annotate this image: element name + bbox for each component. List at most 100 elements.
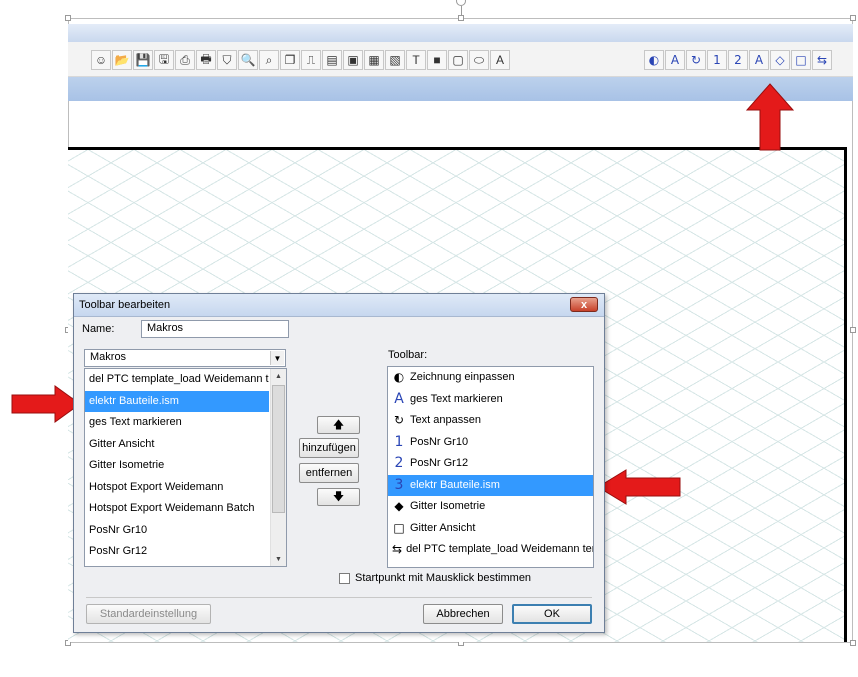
arrow-down-icon: 🡇 — [332, 490, 345, 503]
save-icon[interactable]: 💾 — [133, 50, 153, 70]
number-three-icon: 3 — [394, 476, 404, 493]
list-item[interactable]: 3 elektr Bauteile.ism — [388, 474, 593, 496]
resize-handle[interactable] — [850, 640, 856, 646]
list-item-label: Zeichnung einpassen — [410, 371, 515, 383]
ribbon-header — [68, 24, 853, 42]
smiley-icon[interactable]: ☺ — [91, 50, 111, 70]
dialog-titlebar: Toolbar bearbeiten — [74, 294, 604, 317]
toolbar-items-list[interactable]: ◐ Zeichnung einpassen Ages Text markieren ↻… — [387, 366, 594, 568]
text-a-icon[interactable]: A — [749, 50, 769, 70]
page-icon[interactable]: ▤ — [322, 50, 342, 70]
move-up-button[interactable]: 🡅 — [317, 416, 360, 434]
text-a-icon[interactable]: A — [665, 50, 685, 70]
list-item-label: del PTC template_load Weidemann templat — [406, 543, 593, 555]
frame-icon[interactable]: ▢ — [448, 50, 468, 70]
list-item[interactable]: PosNr Gr10 — [85, 520, 269, 542]
close-button[interactable]: x — [570, 297, 598, 312]
resize-handle[interactable] — [65, 15, 71, 21]
close-icon: x — [580, 298, 588, 311]
open-folder-icon[interactable]: 📂 — [112, 50, 132, 70]
red-arrow-right-icon — [11, 385, 81, 423]
divider — [86, 597, 592, 598]
stamp-icon[interactable]: ▣ — [343, 50, 363, 70]
number-two-icon: 2 — [394, 455, 404, 471]
move-down-button[interactable]: 🡇 — [317, 488, 360, 506]
underline-a-icon[interactable]: A — [490, 50, 510, 70]
list-item-label: PosNr Gr12 — [410, 457, 469, 469]
list-item-label: Gitter Ansicht — [410, 521, 476, 534]
picture-icon[interactable]: ▧ — [385, 50, 405, 70]
image-icon[interactable]: ▦ — [364, 50, 384, 70]
list-item[interactable]: ◐ Zeichnung einpassen — [388, 367, 593, 389]
list-item-label: Text anpassen — [410, 414, 481, 426]
list-item-label: Gitter Isometrie — [410, 500, 486, 512]
list-item[interactable]: ⇆del PTC template_load Weidemann templat — [388, 539, 593, 561]
available-macros-list[interactable]: del PTC template_load Weidemann templ...… — [84, 368, 287, 567]
list-item[interactable]: ↻ Text anpassen — [388, 410, 593, 432]
name-field[interactable]: Makros — [141, 320, 289, 338]
remove-button[interactable]: entfernen — [299, 463, 359, 483]
square-icon[interactable]: □ — [791, 50, 811, 70]
category-select[interactable]: Makros ▼ — [84, 349, 286, 367]
scrollbar-thumb[interactable] — [272, 385, 285, 513]
save-all-icon[interactable]: 🖫 — [154, 50, 174, 70]
add-button[interactable]: hinzufügen — [299, 438, 359, 458]
refresh-text-icon[interactable]: ↻ — [686, 50, 706, 70]
chevron-down-icon[interactable]: ▼ — [270, 351, 284, 365]
list-item[interactable]: del PTC template_load Weidemann templ... — [85, 369, 269, 391]
binoculars-icon[interactable]: ⛉ — [217, 50, 237, 70]
layers-icon[interactable]: ❐ — [280, 50, 300, 70]
resize-handle[interactable] — [458, 15, 464, 21]
list-item[interactable]: □ Gitter Ansicht — [388, 518, 593, 540]
refresh-text-icon: ↻ — [393, 413, 405, 427]
print-preview-icon[interactable]: ⎙ — [175, 50, 195, 70]
zoom-icon[interactable]: 🔍 — [238, 50, 258, 70]
start-point-checkbox[interactable] — [339, 573, 350, 584]
fit-drawing-icon[interactable]: ◐ — [644, 50, 664, 70]
list-item[interactable]: 1 PosNr Gr10 — [388, 432, 593, 454]
text-a-icon: A — [394, 390, 404, 407]
number-one-icon[interactable]: 1 — [707, 50, 727, 70]
print-icon[interactable]: 🖶 — [196, 50, 216, 70]
number-two-icon[interactable]: 2 — [728, 50, 748, 70]
red-arrow-left-icon — [597, 469, 681, 505]
scrollbar[interactable]: ▲ ▼ — [270, 369, 286, 566]
list-item[interactable]: Gitter Ansicht — [85, 434, 269, 456]
name-label: Name: — [82, 323, 115, 335]
swap-icon[interactable]: ⇆ — [812, 50, 832, 70]
list-item[interactable]: Hotspot Export Weidemann Batch — [85, 498, 269, 520]
dialog-title: Toolbar bearbeiten — [79, 299, 171, 311]
scroll-up-icon[interactable]: ▲ — [271, 369, 286, 383]
zoom-window-icon[interactable]: ⌕ — [259, 50, 279, 70]
ok-button[interactable]: OK — [512, 604, 592, 624]
list-item[interactable]: Ages Text markieren — [388, 389, 593, 411]
resize-handle[interactable] — [850, 327, 856, 333]
swap-icon: ⇆ — [392, 542, 403, 556]
cancel-button[interactable]: Abbrechen — [423, 604, 503, 624]
start-point-checkbox-label: Startpunkt mit Mausklick bestimmen — [355, 572, 532, 584]
list-item[interactable]: ges Text markieren — [85, 412, 269, 434]
ribbon-footer — [68, 77, 853, 101]
list-item[interactable]: elektr Bauteile.ism — [85, 390, 269, 412]
add-button-label: hinzufügen — [302, 442, 356, 454]
diamond-icon[interactable]: ◇ — [770, 50, 790, 70]
rotation-handle[interactable] — [456, 0, 466, 6]
scroll-down-icon[interactable]: ▼ — [271, 552, 286, 566]
list-item[interactable]: PosNr Gr12 — [85, 541, 269, 563]
default-settings-button[interactable]: Standardeinstellung — [86, 604, 211, 624]
square-icon: □ — [393, 520, 405, 535]
list-item[interactable]: ◆ Gitter Isometrie — [388, 496, 593, 518]
toolbar-edit-dialog: Toolbar bearbeiten x Name: Makros Makros… — [73, 293, 605, 633]
arrow-up-icon: 🡅 — [332, 418, 345, 431]
list-item[interactable]: Gitter Isometrie — [85, 455, 269, 477]
measure-icon[interactable]: ⎍ — [301, 50, 321, 70]
cancel-button-label: Abbrechen — [436, 608, 490, 620]
remove-button-label: entfernen — [305, 467, 353, 479]
list-item[interactable]: 2 PosNr Gr12 — [388, 453, 593, 475]
resize-handle[interactable] — [850, 15, 856, 21]
toolbar-label: Toolbar: — [388, 349, 428, 361]
text-color-icon[interactable]: T — [406, 50, 426, 70]
red-square-icon[interactable]: ■ — [427, 50, 447, 70]
list-item[interactable]: Hotspot Export Weidemann — [85, 477, 269, 499]
ellipse-icon[interactable]: ⬭ — [469, 50, 489, 70]
